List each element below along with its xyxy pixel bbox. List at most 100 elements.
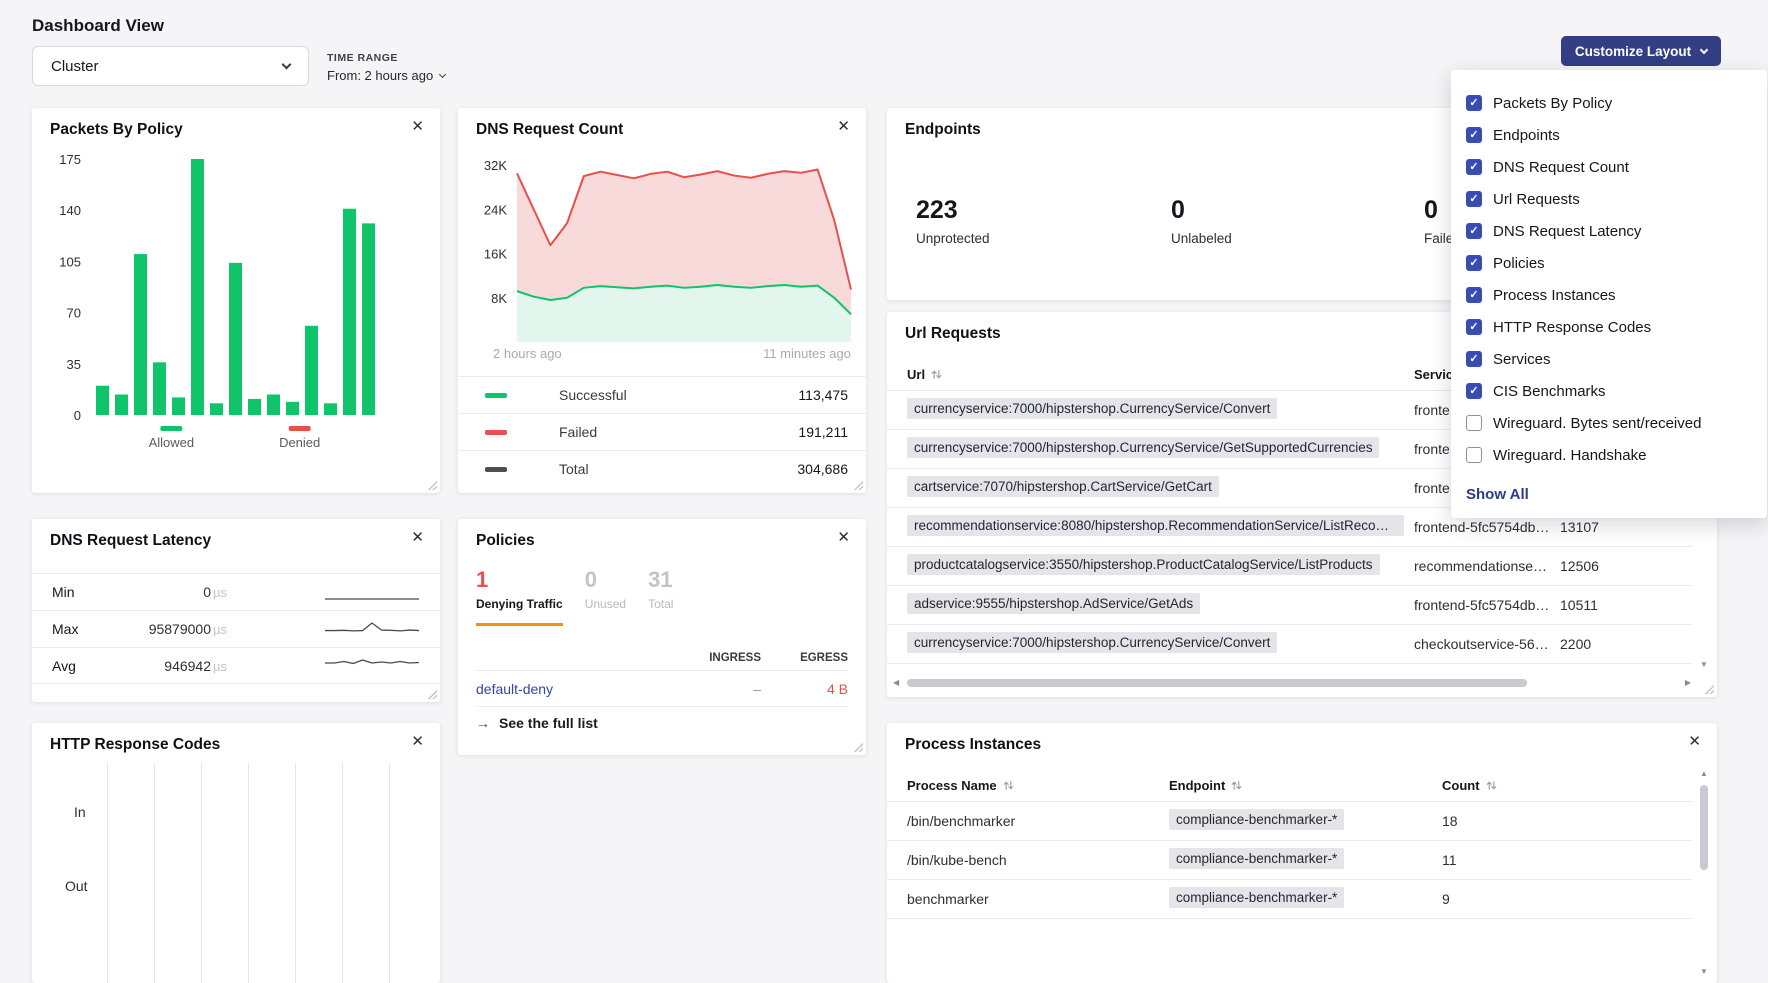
- customize-layout-menu: ✓Packets By Policy ✓Endpoints ✓DNS Reque…: [1451, 70, 1767, 518]
- svg-text:0: 0: [74, 408, 81, 423]
- menu-item-wireguard-handshake[interactable]: ✓ Wireguard. Handshake: [1466, 439, 1751, 471]
- checkbox-icon[interactable]: ✓: [1466, 127, 1482, 143]
- card-title: DNS Request Latency: [50, 532, 211, 550]
- table-row[interactable]: /bin/benchmarker compliance-benchmarker-…: [887, 802, 1693, 841]
- menu-item-label: Process Instances: [1493, 287, 1616, 304]
- menu-item-label: Wireguard. Bytes sent/received: [1493, 415, 1701, 432]
- menu-item-label: Wireguard. Handshake: [1493, 447, 1646, 464]
- scrollbar-thumb[interactable]: [907, 679, 1527, 687]
- card-dns-request-latency: DNS Request Latency ✕ Min 0µs Max 958790…: [32, 519, 440, 702]
- checkbox-icon[interactable]: ✓: [1466, 255, 1482, 271]
- latency-unit: µs: [213, 585, 227, 600]
- card-title: DNS Request Count: [476, 121, 623, 139]
- checkbox-icon[interactable]: ✓: [1466, 415, 1482, 431]
- resize-handle[interactable]: [427, 689, 437, 699]
- card-process-instances: Process Instances ✕ Process Name Endpoin…: [887, 723, 1717, 983]
- column-header-endpoint[interactable]: Endpoint: [1169, 778, 1442, 793]
- tab-denying-traffic[interactable]: 1 Denying Traffic: [476, 567, 563, 626]
- svg-text:175: 175: [59, 152, 81, 167]
- resize-handle[interactable]: [853, 742, 863, 752]
- checkbox-icon[interactable]: ✓: [1466, 287, 1482, 303]
- card-title: Endpoints: [905, 121, 981, 139]
- checkbox-icon[interactable]: ✓: [1466, 319, 1482, 335]
- table-header: INGRESS EGRESS: [476, 645, 848, 671]
- scroll-down-icon[interactable]: ▼: [1700, 660, 1708, 670]
- menu-item-http-response-codes[interactable]: ✓HTTP Response Codes: [1466, 311, 1751, 343]
- show-all-link[interactable]: Show All: [1466, 486, 1751, 503]
- svg-text:8K: 8K: [491, 291, 507, 306]
- menu-item-label: DNS Request Latency: [1493, 223, 1641, 240]
- customize-layout-button[interactable]: Customize Layout: [1561, 36, 1721, 66]
- svg-text:32K: 32K: [484, 158, 507, 173]
- customize-layout-label: Customize Layout: [1575, 44, 1691, 59]
- table-row[interactable]: default-deny – 4 B: [476, 671, 848, 707]
- menu-item-endpoints[interactable]: ✓Endpoints: [1466, 119, 1751, 151]
- policy-link[interactable]: default-deny: [476, 681, 666, 697]
- view-select[interactable]: Cluster: [32, 46, 309, 86]
- close-icon[interactable]: ✕: [411, 119, 424, 134]
- checkbox-icon[interactable]: ✓: [1466, 159, 1482, 175]
- table-row[interactable]: productcatalogservice:3550/hipstershop.P…: [887, 547, 1693, 586]
- time-range-value[interactable]: From: 2 hours ago: [327, 68, 445, 83]
- horizontal-scrollbar[interactable]: ◀ ▶: [891, 677, 1691, 689]
- tab-total[interactable]: 31 Total: [648, 567, 673, 611]
- chevron-down-icon: [439, 71, 446, 78]
- service-cell: frontend-5fc5754db…: [1414, 519, 1560, 535]
- menu-item-dns-request-latency[interactable]: ✓ DNS Request Latency: [1466, 215, 1751, 247]
- scroll-left-icon[interactable]: ◀: [893, 678, 899, 688]
- scrollbar-thumb[interactable]: [1700, 785, 1708, 870]
- column-header-process-name[interactable]: Process Name: [907, 778, 1169, 793]
- count-cell: 11: [1442, 852, 1693, 868]
- endpoint-cell: compliance-benchmarker-*: [1169, 809, 1344, 830]
- menu-item-wireguard-bytes[interactable]: ✓ Wireguard. Bytes sent/received: [1466, 407, 1751, 439]
- menu-item-cis-benchmarks[interactable]: ✓CIS Benchmarks: [1466, 375, 1751, 407]
- table-row[interactable]: /bin/kube-bench compliance-benchmarker-*…: [887, 841, 1693, 880]
- checkbox-icon[interactable]: ✓: [1466, 95, 1482, 111]
- close-icon[interactable]: ✕: [837, 119, 850, 134]
- latency-sparkline: [324, 619, 420, 639]
- stat-value: 0: [1171, 196, 1232, 225]
- vertical-scrollbar[interactable]: ▲ ▼: [1698, 769, 1710, 977]
- menu-item-dns-request-count[interactable]: ✓DNS Request Count: [1466, 151, 1751, 183]
- column-header-url[interactable]: Url: [907, 367, 1414, 382]
- sort-icon: [931, 369, 942, 380]
- svg-text:16K: 16K: [484, 247, 507, 262]
- policies-table: INGRESS EGRESS default-deny – 4 B: [476, 645, 848, 707]
- check-icon: ✓: [1469, 226, 1478, 237]
- table-row[interactable]: adservice:9555/hipstershop.AdService/Get…: [887, 586, 1693, 625]
- count-cell: 12506: [1560, 558, 1693, 574]
- menu-item-policies[interactable]: ✓Policies: [1466, 247, 1751, 279]
- checkbox-icon[interactable]: ✓: [1466, 223, 1482, 239]
- checkbox-icon[interactable]: ✓: [1466, 383, 1482, 399]
- see-full-list-link[interactable]: → See the full list: [476, 715, 598, 731]
- scroll-up-icon[interactable]: ▲: [1700, 769, 1708, 779]
- checkbox-icon[interactable]: ✓: [1466, 351, 1482, 367]
- menu-item-process-instances[interactable]: ✓ Process Instances: [1466, 279, 1751, 311]
- legend-value: 113,475: [798, 387, 848, 403]
- legend-swatch-total: [485, 467, 507, 472]
- latency-value: 95879000: [149, 621, 211, 637]
- close-icon[interactable]: ✕: [1688, 734, 1701, 749]
- tab-unused[interactable]: 0 Unused: [585, 567, 626, 611]
- close-icon[interactable]: ✕: [411, 530, 424, 545]
- scroll-right-icon[interactable]: ▶: [1685, 678, 1691, 688]
- svg-text:105: 105: [59, 254, 81, 269]
- table-row[interactable]: currencyservice:7000/hipstershop.Currenc…: [887, 625, 1693, 664]
- check-icon: ✓: [1469, 386, 1478, 397]
- card-packets-by-policy: Packets By Policy ✕ 17514010570350Allowe…: [32, 108, 440, 493]
- table-row[interactable]: benchmarker compliance-benchmarker-* 9: [887, 880, 1693, 919]
- menu-item-url-requests[interactable]: ✓Url Requests: [1466, 183, 1751, 215]
- resize-handle[interactable]: [1704, 684, 1714, 694]
- check-icon: ✓: [1469, 162, 1478, 173]
- checkbox-icon[interactable]: ✓: [1466, 191, 1482, 207]
- table-header: Process Name Endpoint Count: [887, 769, 1693, 802]
- scroll-down-icon[interactable]: ▼: [1700, 967, 1708, 977]
- menu-item-packets-by-policy[interactable]: ✓Packets By Policy: [1466, 87, 1751, 119]
- column-header-count[interactable]: Count: [1442, 778, 1693, 793]
- stat-value: 31: [648, 567, 673, 593]
- checkbox-icon[interactable]: ✓: [1466, 447, 1482, 463]
- stat-label: Unused: [585, 597, 626, 611]
- close-icon[interactable]: ✕: [837, 530, 850, 545]
- stat-label: Denying Traffic: [476, 597, 563, 611]
- menu-item-services[interactable]: ✓Services: [1466, 343, 1751, 375]
